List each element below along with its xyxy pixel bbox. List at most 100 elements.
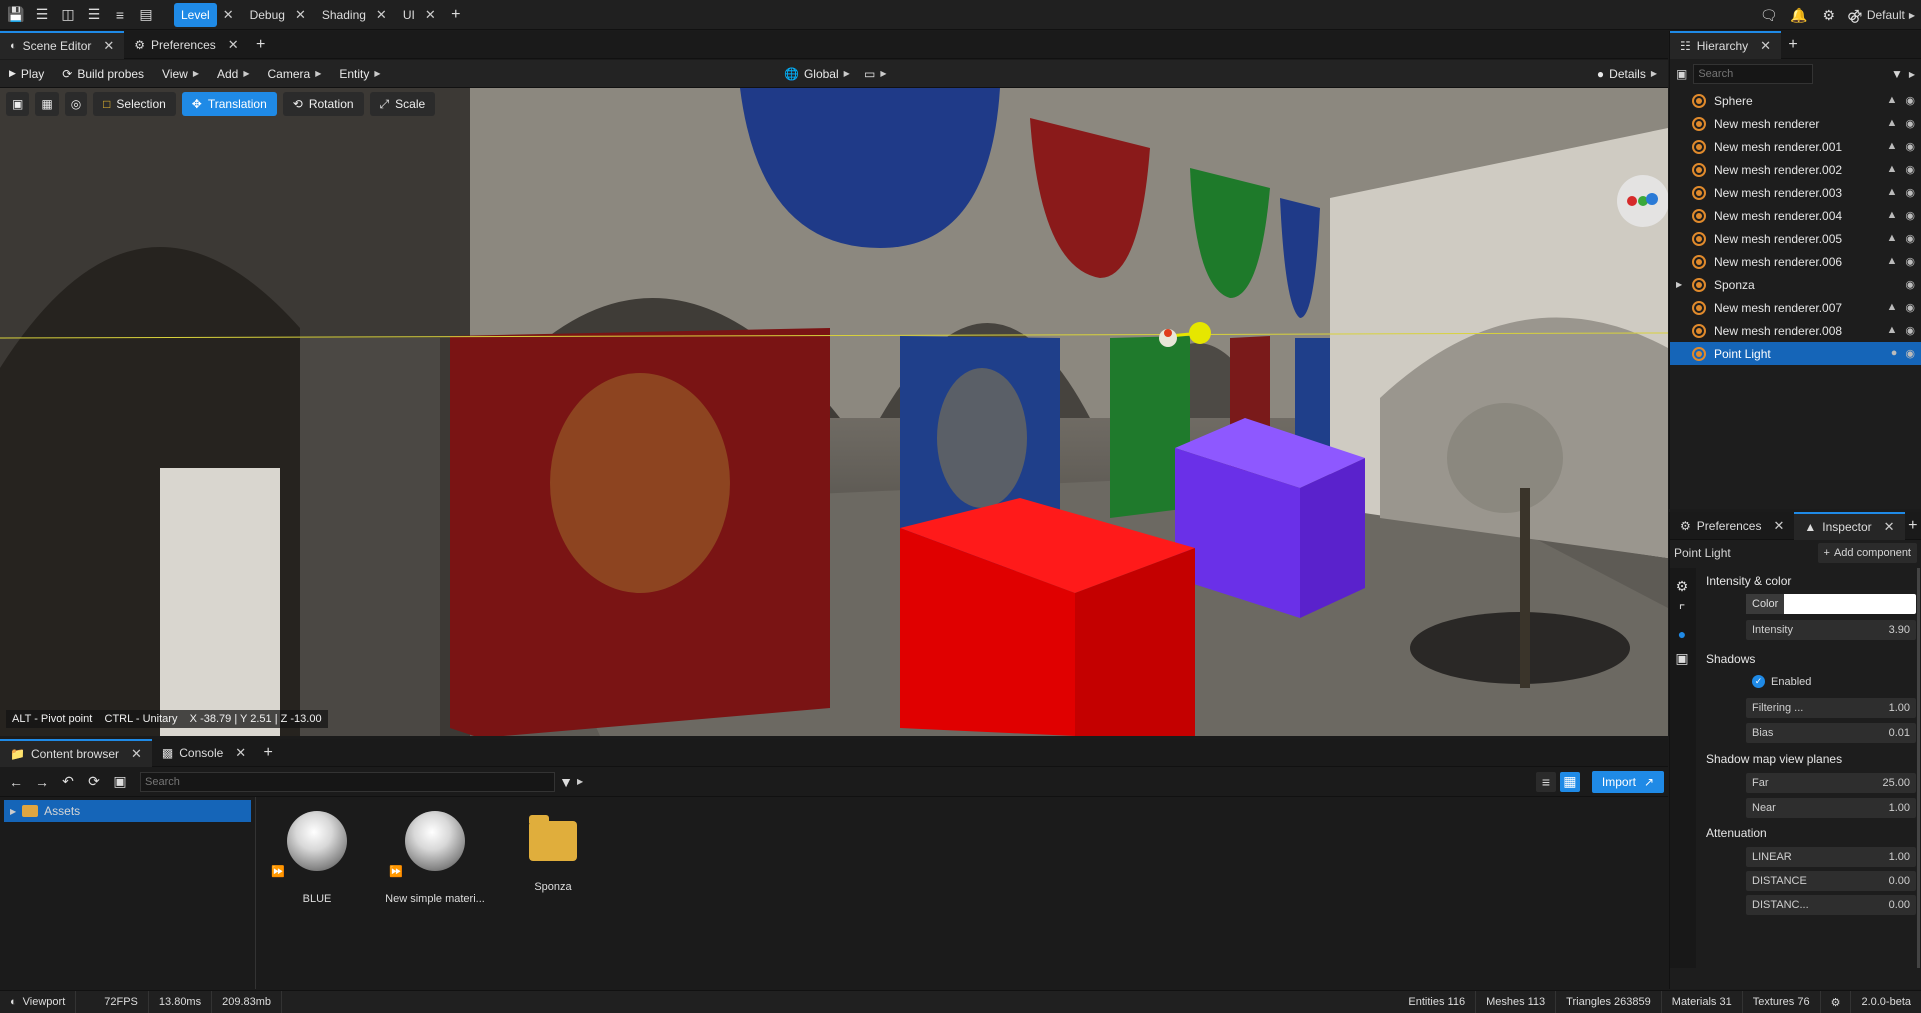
refresh-icon[interactable]: ⟳ bbox=[82, 770, 106, 794]
play-button[interactable]: ▶ Play bbox=[0, 60, 53, 88]
color-field[interactable]: Color bbox=[1746, 594, 1916, 614]
camera-menu[interactable]: Camera ▶ bbox=[259, 60, 331, 88]
tab-shading[interactable]: Shading ✕ bbox=[314, 0, 395, 30]
close-icon[interactable]: ✕ bbox=[1760, 38, 1771, 54]
save-icon[interactable]: 💾 bbox=[4, 3, 28, 27]
hierarchy-item[interactable]: Point Light ● ◉ bbox=[1670, 342, 1921, 365]
hierarchy-item[interactable]: New mesh renderer.002 ▲ ◉ bbox=[1670, 158, 1921, 181]
translation-tool-button[interactable]: ✥ Translation bbox=[181, 92, 277, 116]
add-tab-icon[interactable]: + bbox=[256, 741, 280, 765]
hierarchy-item[interactable]: New mesh renderer.003 ▲ ◉ bbox=[1670, 181, 1921, 204]
chat-icon[interactable]: 🗨 bbox=[1757, 3, 1781, 27]
import-button[interactable]: Import ↗ bbox=[1591, 770, 1664, 793]
asset-material-new-simple[interactable]: ⏩ New simple materi... bbox=[375, 811, 495, 905]
details-menu[interactable]: ● Details ▶ bbox=[1588, 60, 1666, 88]
filter-icon[interactable]: ▼ bbox=[557, 770, 575, 794]
eye-icon[interactable]: ◉ bbox=[1905, 232, 1915, 245]
inspector-scrollbar[interactable] bbox=[1917, 568, 1920, 968]
entity-menu[interactable]: Entity ▶ bbox=[330, 60, 389, 88]
rotation-tool-button[interactable]: ⟲ Rotation bbox=[282, 92, 364, 116]
tab-debug[interactable]: Debug ✕ bbox=[242, 0, 314, 30]
grid-view-icon[interactable]: ▦ bbox=[1559, 771, 1580, 792]
layout-rows-icon[interactable]: ☰ bbox=[82, 3, 106, 27]
near-field[interactable]: Near 1.00 bbox=[1746, 798, 1916, 818]
scene-viewport[interactable]: ▣ ▦ ◎ □ Selection ✥ Translation ⟲ Rotation … bbox=[0, 88, 1668, 736]
arrow-left-icon[interactable]: ← bbox=[4, 770, 28, 794]
gear-icon[interactable]: ⚙ bbox=[1817, 3, 1841, 27]
layout-list-icon[interactable]: ≡ bbox=[108, 3, 132, 27]
eye-icon[interactable]: ◉ bbox=[1905, 163, 1915, 176]
hierarchy-item[interactable]: New mesh renderer ▲ ◉ bbox=[1670, 112, 1921, 135]
close-icon[interactable]: ✕ bbox=[295, 7, 306, 23]
add-tab-icon[interactable]: + bbox=[249, 33, 273, 57]
distance2-field[interactable]: DISTANC... 0.00 bbox=[1746, 895, 1916, 915]
filter-icon[interactable]: ▼ bbox=[1891, 67, 1903, 81]
camera-view-button[interactable]: ▣ bbox=[6, 92, 30, 116]
close-icon[interactable]: ✕ bbox=[131, 746, 142, 762]
build-probes-button[interactable]: ⟳ Build probes bbox=[53, 60, 153, 88]
eye-icon[interactable]: ◉ bbox=[1905, 255, 1915, 268]
add-tab-icon[interactable]: + bbox=[1905, 514, 1921, 538]
bug-icon[interactable]: ⚙ bbox=[1821, 990, 1852, 1013]
close-icon[interactable]: ✕ bbox=[235, 745, 246, 761]
tab-preferences[interactable]: ⚙ Preferences ✕ bbox=[1670, 512, 1794, 540]
close-icon[interactable]: ✕ bbox=[1884, 519, 1895, 535]
menu-icon[interactable]: ☰ bbox=[30, 3, 54, 27]
shadows-enabled-checkbox[interactable]: ✓ Enabled bbox=[1752, 675, 1811, 688]
intensity-field[interactable]: Intensity 3.90 bbox=[1746, 620, 1916, 640]
layout-sidebar-icon[interactable]: ◫ bbox=[56, 3, 80, 27]
add-tab-icon[interactable]: + bbox=[1781, 33, 1805, 57]
expand-caret-icon[interactable]: ▶ bbox=[1676, 280, 1682, 289]
close-icon[interactable]: ✕ bbox=[228, 37, 239, 53]
hierarchy-item[interactable]: New mesh renderer.005 ▲ ◉ bbox=[1670, 227, 1921, 250]
close-icon[interactable]: ✕ bbox=[1773, 518, 1784, 534]
eye-icon[interactable]: ◉ bbox=[1905, 209, 1915, 222]
linear-field[interactable]: LINEAR 1.00 bbox=[1746, 847, 1916, 867]
eye-icon[interactable]: ◉ bbox=[1905, 94, 1915, 107]
new-folder-icon[interactable]: ▣ bbox=[108, 770, 132, 794]
eye-icon[interactable]: ◉ bbox=[1905, 117, 1915, 130]
section-attenuation[interactable]: Attenuation bbox=[1706, 826, 1767, 840]
view-menu[interactable]: View ▶ bbox=[153, 60, 208, 88]
eye-icon[interactable]: ◉ bbox=[1905, 278, 1915, 291]
eye-icon[interactable]: ◉ bbox=[1905, 301, 1915, 314]
eye-icon[interactable]: ◉ bbox=[1905, 324, 1915, 337]
light-icon[interactable]: ● bbox=[1670, 622, 1694, 646]
orientation-gizmo[interactable] bbox=[1617, 175, 1668, 227]
close-icon[interactable]: ✕ bbox=[376, 7, 387, 23]
undo-icon[interactable]: ↶ bbox=[56, 770, 80, 794]
play-preview-icon[interactable]: ⏩ bbox=[389, 865, 403, 878]
close-icon[interactable]: ✕ bbox=[103, 38, 114, 54]
bell-icon[interactable]: 🔔 bbox=[1787, 3, 1811, 27]
eye-icon[interactable]: ◉ bbox=[1905, 186, 1915, 199]
caret-right-icon[interactable]: ▶ bbox=[10, 807, 16, 816]
add-component-button[interactable]: + Add component bbox=[1817, 543, 1917, 563]
content-search-input[interactable] bbox=[140, 771, 555, 792]
arrow-right-icon[interactable]: → bbox=[30, 770, 54, 794]
tab-content-browser[interactable]: 📁 Content browser ✕ bbox=[0, 738, 152, 767]
section-shadow-map[interactable]: Shadow map view planes bbox=[1706, 752, 1842, 766]
tree-item-assets[interactable]: ▶ Assets bbox=[4, 800, 251, 822]
close-icon[interactable]: ✕ bbox=[425, 7, 436, 23]
eye-icon[interactable]: ◉ bbox=[1905, 140, 1915, 153]
list-view-icon[interactable]: ≡ bbox=[1535, 771, 1556, 792]
hierarchy-search-input[interactable] bbox=[1693, 64, 1814, 84]
bias-field[interactable]: Bias 0.01 bbox=[1746, 723, 1916, 743]
tab-ui[interactable]: UI ✕ bbox=[395, 0, 444, 30]
grid-view-button[interactable]: ▦ bbox=[35, 92, 59, 116]
add-tab-icon[interactable]: + bbox=[444, 3, 468, 27]
hierarchy-item[interactable]: Sphere ▲ ◉ bbox=[1670, 89, 1921, 112]
scale-tool-button[interactable]: ⤢ Scale bbox=[369, 92, 436, 116]
tab-level[interactable]: Level ✕ bbox=[166, 0, 242, 30]
close-icon[interactable]: ✕ bbox=[223, 7, 234, 23]
layout-split-icon[interactable]: ▤ bbox=[134, 3, 158, 27]
tab-hierarchy[interactable]: ☷ Hierarchy ✕ bbox=[1670, 30, 1782, 59]
image-icon[interactable]: ▣ bbox=[1670, 646, 1694, 670]
tab-inspector[interactable]: ▲ Inspector ✕ bbox=[1794, 511, 1905, 540]
hierarchy-item[interactable]: ▶ Sponza ◉ bbox=[1670, 273, 1921, 296]
add-menu[interactable]: Add ▶ bbox=[208, 60, 259, 88]
tab-console[interactable]: ▩ Console ✕ bbox=[152, 739, 256, 767]
eye-icon[interactable]: ◉ bbox=[1905, 347, 1915, 360]
section-shadows[interactable]: Shadows bbox=[1706, 652, 1755, 666]
far-field[interactable]: Far 25.00 bbox=[1746, 773, 1916, 793]
